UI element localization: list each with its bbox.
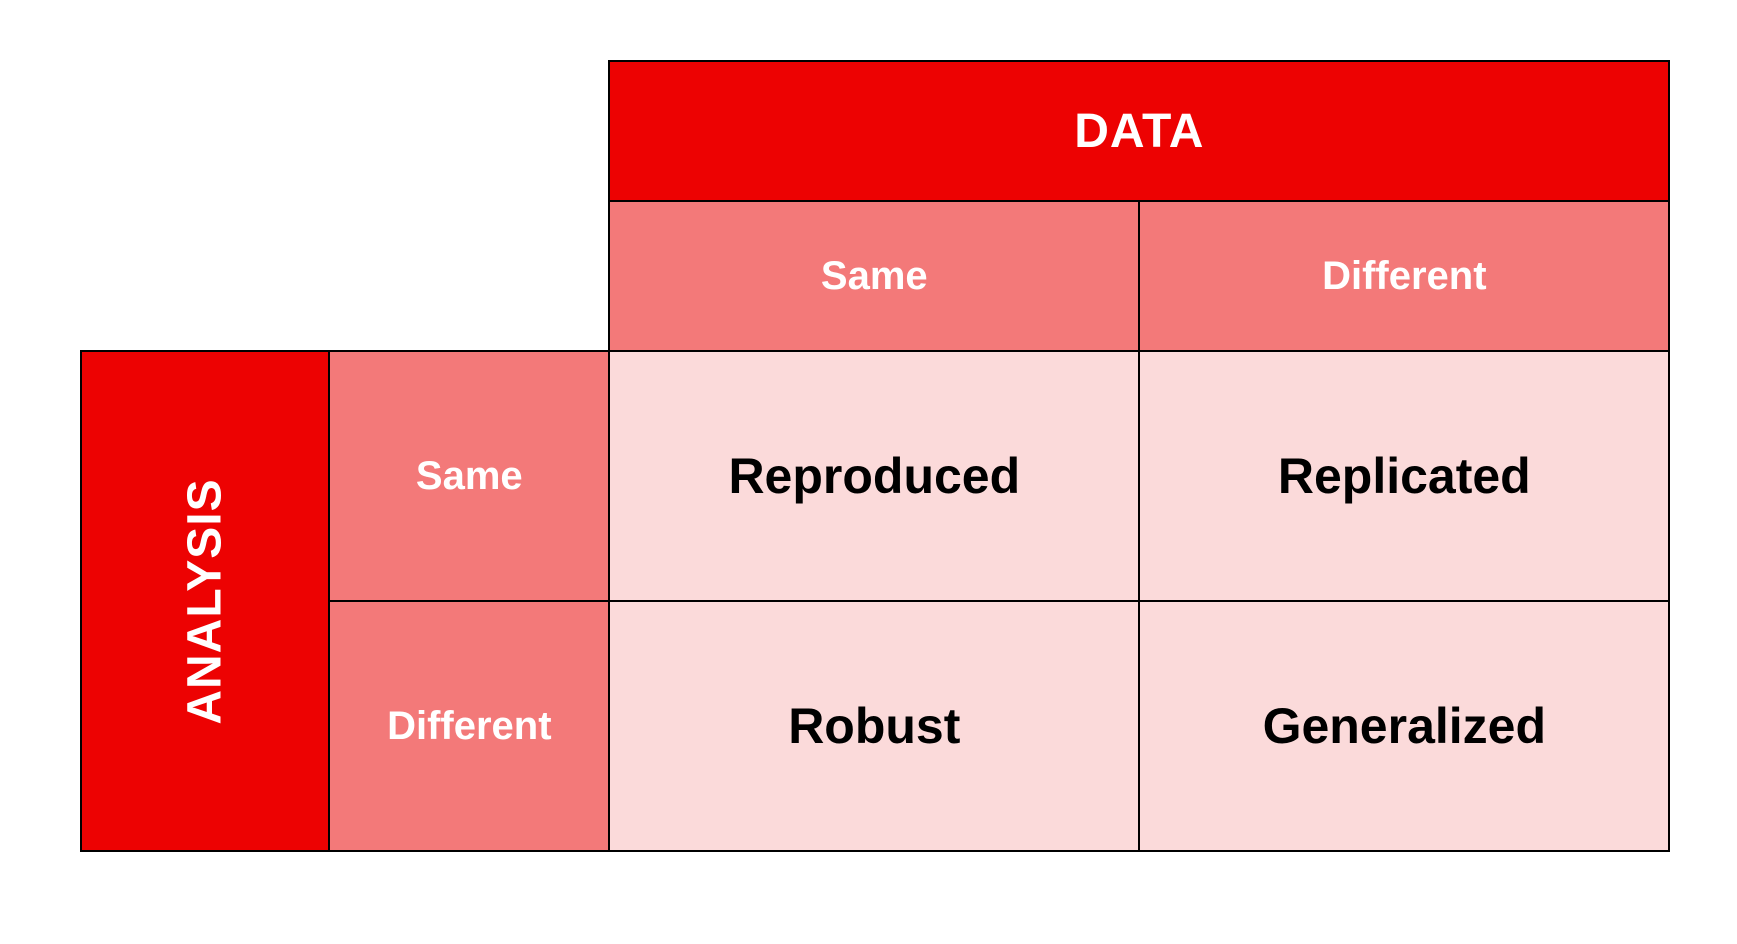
cell-generalized: Generalized bbox=[1139, 601, 1669, 851]
matrix-table: DATA Same Different ANALYSIS Same Reprod… bbox=[80, 60, 1670, 852]
cell-robust: Robust bbox=[609, 601, 1139, 851]
row-axis-label: ANALYSIS bbox=[178, 478, 233, 724]
column-axis-header: DATA bbox=[609, 61, 1669, 201]
spacer-top-left bbox=[81, 61, 609, 201]
row-axis-header: ANALYSIS bbox=[81, 351, 329, 851]
cell-replicated: Replicated bbox=[1139, 351, 1669, 601]
matrix-table-container: DATA Same Different ANALYSIS Same Reprod… bbox=[80, 60, 1670, 852]
column-header-same: Same bbox=[609, 201, 1139, 351]
row-header-same: Same bbox=[329, 351, 609, 601]
row-header-different: Different bbox=[329, 601, 609, 851]
column-header-different: Different bbox=[1139, 201, 1669, 351]
spacer-left bbox=[81, 201, 609, 351]
cell-reproduced: Reproduced bbox=[609, 351, 1139, 601]
